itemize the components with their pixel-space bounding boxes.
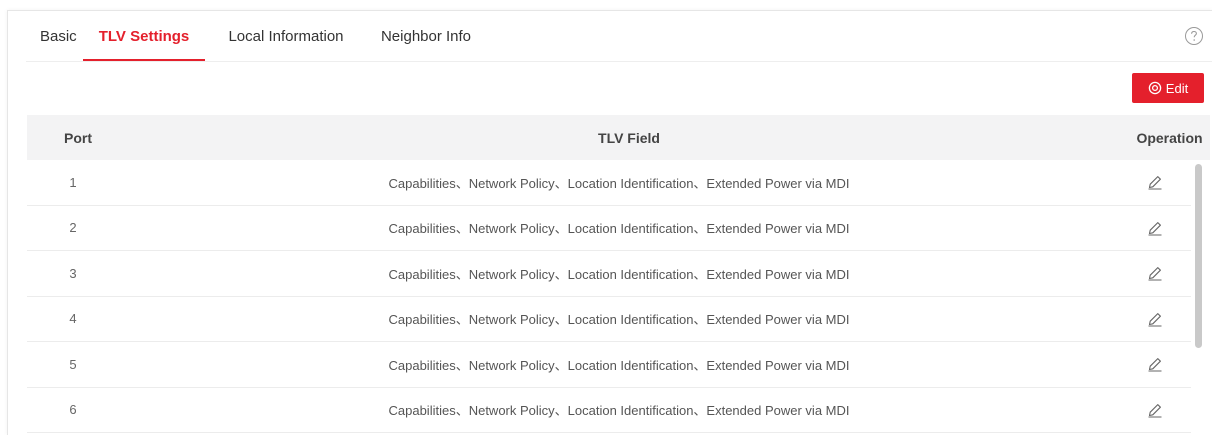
row-tlv-field: Capabilities、Network Policy、Location Ide… xyxy=(388,175,850,191)
row-operation xyxy=(1119,401,1191,419)
pencil-edit-icon[interactable] xyxy=(1146,264,1164,282)
table-row: 4 Capabilities、Network Policy、Location I… xyxy=(27,297,1191,342)
tab-basic[interactable]: Basic xyxy=(26,11,82,61)
row-port: 3 xyxy=(69,265,77,281)
header-tlv-field: TLV Field xyxy=(598,129,660,146)
table-scrollbar[interactable] xyxy=(1195,160,1203,435)
row-operation xyxy=(1119,219,1191,237)
pencil-edit-icon[interactable] xyxy=(1146,355,1164,373)
tlv-table: Port TLV Field Operation 1 Capabilities、… xyxy=(27,115,1210,435)
edit-button[interactable]: Edit xyxy=(1132,73,1204,103)
row-port: 6 xyxy=(69,402,77,418)
tab-tlv-settings[interactable]: TLV Settings xyxy=(82,11,206,61)
table-row: 1 Capabilities、Network Policy、Location I… xyxy=(27,160,1191,206)
pencil-edit-icon[interactable] xyxy=(1146,173,1164,191)
header-port: Port xyxy=(64,129,92,146)
row-port: 5 xyxy=(69,356,77,372)
table-row: 2 Capabilities、Network Policy、Location I… xyxy=(27,206,1191,251)
row-operation xyxy=(1119,173,1191,191)
tab-bar: Basic TLV Settings Local Information Nei… xyxy=(26,11,486,61)
row-operation xyxy=(1119,355,1191,373)
table-body: 1 Capabilities、Network Policy、Location I… xyxy=(27,160,1210,435)
tab-neighbor-info[interactable]: Neighbor Info xyxy=(366,11,486,61)
row-tlv-field: Capabilities、Network Policy、Location Ide… xyxy=(388,221,850,237)
scrollbar-thumb[interactable] xyxy=(1195,164,1202,348)
row-tlv-field: Capabilities、Network Policy、Location Ide… xyxy=(388,403,850,419)
edit-button-label: Edit xyxy=(1165,80,1189,96)
pencil-edit-icon[interactable] xyxy=(1146,401,1164,419)
pencil-edit-icon[interactable] xyxy=(1146,310,1164,328)
table-row: 6 Capabilities、Network Policy、Location I… xyxy=(27,388,1191,433)
row-tlv-field: Capabilities、Network Policy、Location Ide… xyxy=(388,312,850,328)
settings-circle-icon xyxy=(1148,81,1162,95)
tab-local-information[interactable]: Local Information xyxy=(206,11,366,61)
row-tlv-field: Capabilities、Network Policy、Location Ide… xyxy=(388,266,850,282)
row-port: 2 xyxy=(69,220,77,236)
row-port: 1 xyxy=(69,174,77,190)
row-operation xyxy=(1119,264,1191,282)
row-port: 4 xyxy=(69,311,77,327)
table-header: Port TLV Field Operation xyxy=(27,115,1210,160)
header-operation: Operation xyxy=(1136,129,1203,146)
question-circle-icon[interactable] xyxy=(1184,26,1204,46)
row-operation xyxy=(1119,310,1191,328)
tab-divider xyxy=(26,61,1212,62)
table-row: 3 Capabilities、Network Policy、Location I… xyxy=(27,251,1191,297)
pencil-edit-icon[interactable] xyxy=(1146,219,1164,237)
table-row: 5 Capabilities、Network Policy、Location I… xyxy=(27,342,1191,388)
row-tlv-field: Capabilities、Network Policy、Location Ide… xyxy=(388,357,850,373)
tlv-settings-panel: Basic TLV Settings Local Information Nei… xyxy=(7,10,1212,435)
